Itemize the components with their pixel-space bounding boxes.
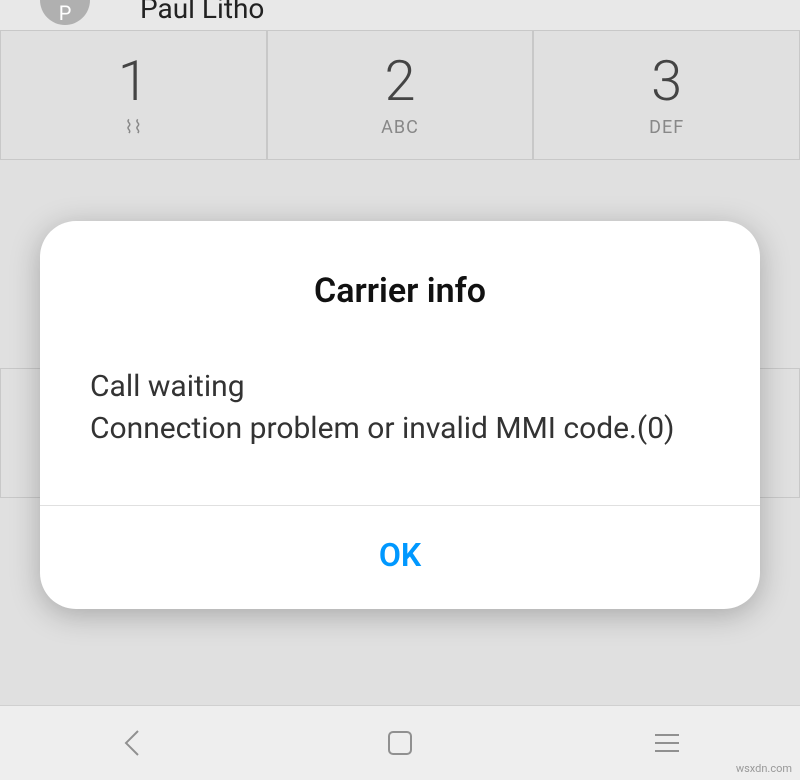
watermark: wsxdn.com [736, 762, 792, 775]
carrier-info-dialog: Carrier info Call waiting Connection pro… [40, 221, 760, 609]
dialog-title: Carrier info [85, 271, 715, 311]
dialog-body: Call waiting Connection problem or inval… [85, 366, 715, 450]
dialog-overlay: Carrier info Call waiting Connection pro… [0, 0, 800, 780]
dialog-body-line2: Connection problem or invalid MMI code.(… [90, 411, 675, 446]
dialog-body-line1: Call waiting [90, 369, 245, 404]
dialog-footer: OK [40, 505, 760, 609]
ok-button[interactable]: OK [379, 536, 421, 574]
